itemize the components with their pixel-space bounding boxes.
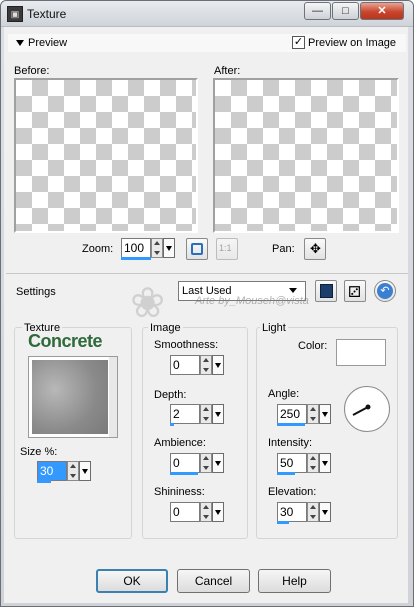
angle-dial[interactable] (344, 386, 390, 432)
texture-app-icon: ▣ (7, 6, 23, 22)
angle-slider-bar[interactable] (277, 423, 305, 426)
cancel-button[interactable]: Cancel (177, 569, 250, 593)
shininess-input[interactable]: 0 (170, 502, 200, 522)
light-color-swatch[interactable] (336, 339, 386, 366)
reset-button[interactable]: ↶ (374, 280, 396, 302)
angle-label: Angle: (268, 388, 300, 400)
intensity-label: Intensity: (268, 437, 313, 449)
before-label: Before: (14, 65, 50, 77)
settings-label: Settings (16, 286, 56, 298)
angle-input[interactable]: 250 (277, 404, 307, 424)
fit-icon (191, 243, 203, 255)
preview-on-image-label: Preview on Image (308, 37, 397, 49)
ambience-label: Ambience: (154, 437, 206, 449)
depth-slider-bar[interactable] (170, 423, 174, 426)
angle-dropdown[interactable] (319, 404, 331, 424)
chevron-down-icon (289, 288, 297, 293)
depth-dropdown[interactable] (212, 404, 224, 424)
pan-label: Pan: (272, 243, 295, 255)
close-button[interactable]: ✕ (360, 2, 404, 20)
intensity-slider-bar[interactable] (277, 472, 295, 475)
color-label: Color: (298, 340, 328, 352)
move-icon: ✥ (310, 241, 321, 256)
elevation-slider-bar[interactable] (277, 521, 289, 524)
dial-needle-icon (352, 404, 371, 416)
angle-spinner[interactable] (307, 404, 319, 424)
smoothness-label: Smoothness: (154, 339, 219, 351)
save-preset-button[interactable] (315, 280, 337, 302)
ambience-input[interactable]: 0 (170, 453, 200, 473)
after-label: After: (214, 65, 241, 77)
randomize-button[interactable]: ⚂ (344, 280, 366, 302)
elevation-label: Elevation: (268, 486, 317, 498)
light-group-label: Light (260, 322, 288, 334)
preview-on-image-checkbox[interactable]: ✓ (292, 36, 305, 49)
watermark-text: Arte by_Mouseh@vista (195, 295, 309, 307)
dice-icon: ⚂ (348, 284, 362, 301)
zoom-to-fit-button[interactable] (186, 238, 208, 260)
title-bar[interactable]: ▣ Texture — □ ✕ (1, 1, 413, 27)
smoothness-input[interactable]: 0 (170, 355, 200, 375)
zoom-dropdown[interactable] (163, 238, 175, 258)
zoom-spinner[interactable] (151, 238, 163, 258)
size-input[interactable]: 30 (37, 461, 67, 481)
zoom-slider-bar[interactable] (121, 257, 151, 260)
size-dropdown[interactable] (79, 461, 91, 481)
ambience-slider-bar[interactable] (170, 472, 198, 475)
size-label: Size %: (20, 446, 58, 458)
after-preview[interactable] (213, 78, 399, 233)
help-button[interactable]: Help (258, 569, 331, 593)
swatch-scroll[interactable] (109, 357, 117, 437)
preview-section-header[interactable]: Preview ✓ Preview on Image (8, 34, 406, 52)
texture-name: Concrete (28, 331, 103, 351)
texture-swatch-frame[interactable] (28, 356, 118, 438)
smoothness-spinner[interactable] (200, 355, 212, 375)
depth-input[interactable]: 2 (170, 404, 200, 424)
shininess-dropdown[interactable] (212, 502, 224, 522)
divider (6, 273, 408, 274)
texture-swatch[interactable] (32, 360, 108, 434)
depth-spinner[interactable] (200, 404, 212, 424)
ok-button[interactable]: OK (96, 569, 168, 593)
elevation-spinner[interactable] (307, 502, 319, 522)
size-slider-bar[interactable] (37, 480, 51, 483)
maximize-button[interactable]: □ (332, 2, 359, 20)
smoothness-dropdown[interactable] (212, 355, 224, 375)
image-group-label: Image (148, 322, 183, 334)
preview-header-label: Preview (28, 37, 68, 49)
intensity-spinner[interactable] (307, 453, 319, 473)
minimize-button[interactable]: — (304, 2, 331, 20)
undo-arrow-icon: ↶ (377, 283, 393, 299)
elevation-dropdown[interactable] (319, 502, 331, 522)
watermark-emblem: ❀ (130, 279, 166, 326)
zoom-label: Zoom: (82, 243, 114, 255)
floppy-disk-icon (320, 284, 333, 298)
shininess-spinner[interactable] (200, 502, 212, 522)
zoom-input[interactable]: 100 (121, 238, 151, 258)
actual-size-icon: 1:1 (219, 243, 232, 253)
window-title: Texture (27, 7, 67, 21)
collapse-arrow-icon[interactable] (16, 37, 28, 49)
zoom-1-1-button[interactable]: 1:1 (216, 238, 238, 260)
pan-button[interactable]: ✥ (304, 238, 326, 260)
intensity-input[interactable]: 50 (277, 453, 307, 473)
ambience-spinner[interactable] (200, 453, 212, 473)
ambience-dropdown[interactable] (212, 453, 224, 473)
shininess-label: Shininess: (154, 486, 205, 498)
elevation-input[interactable]: 30 (277, 502, 307, 522)
before-preview[interactable] (14, 78, 198, 233)
depth-label: Depth: (154, 389, 187, 401)
size-spinner[interactable] (67, 461, 79, 481)
intensity-dropdown[interactable] (319, 453, 331, 473)
